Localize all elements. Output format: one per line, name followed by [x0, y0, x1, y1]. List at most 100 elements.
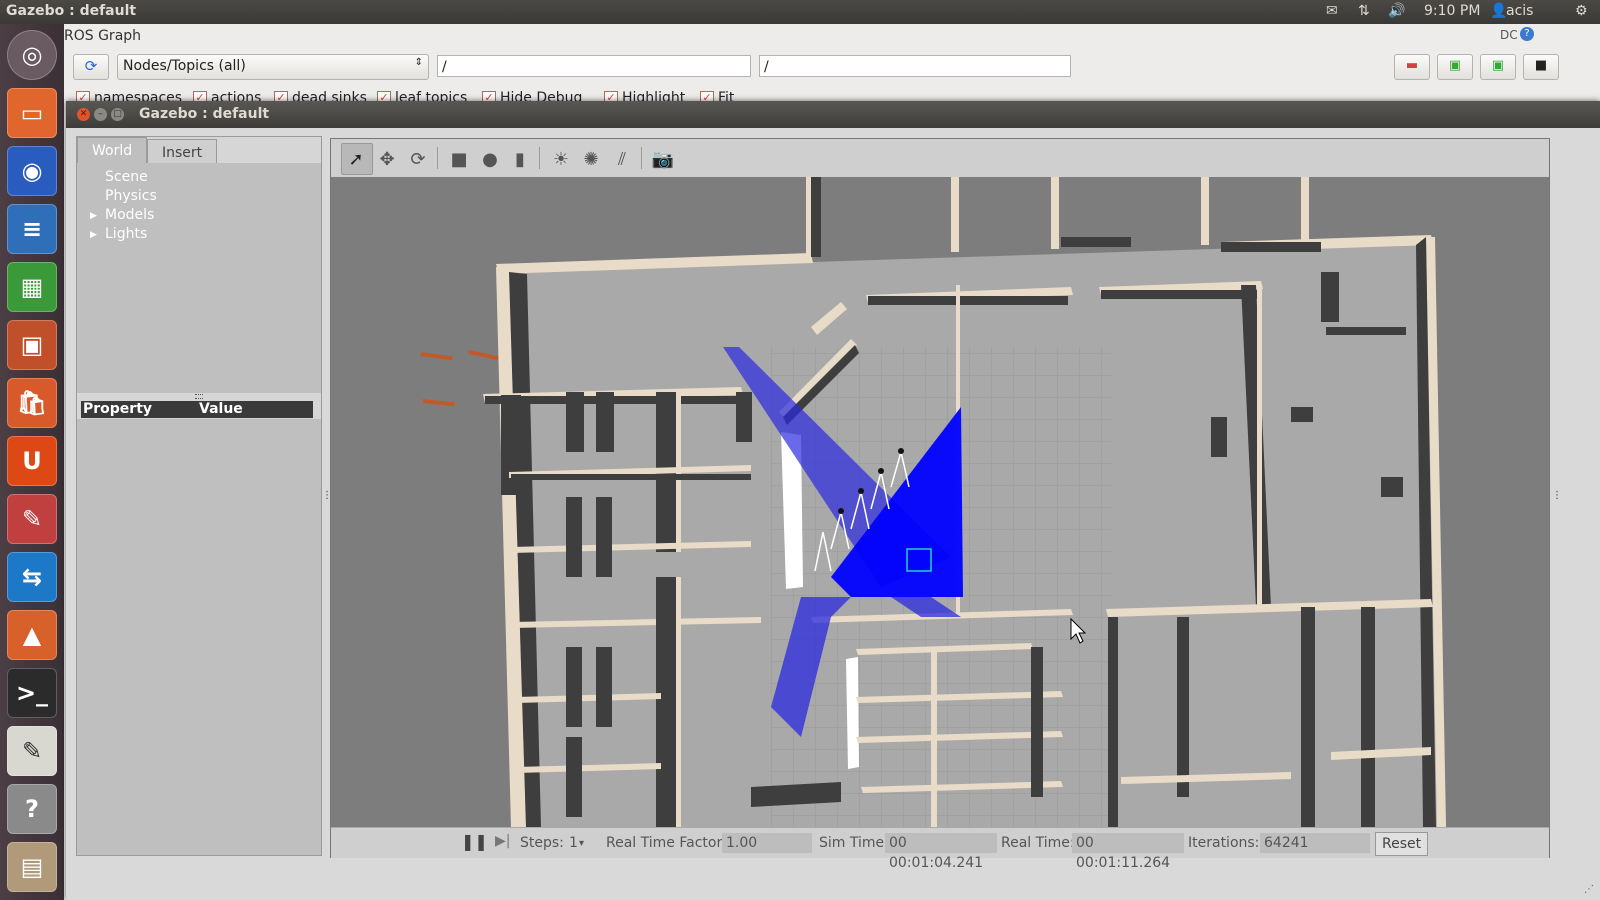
sphere-shape-icon[interactable]: ●	[479, 148, 501, 170]
network-icon[interactable]: ⇅	[1358, 3, 1370, 19]
clock[interactable]: 9:10 PM	[1424, 3, 1480, 19]
rtf-label: Real Time Factor:	[606, 835, 727, 851]
text-editor-icon[interactable]: ✎	[7, 726, 57, 776]
minimize-icon[interactable]: –	[94, 108, 107, 121]
property-table	[77, 419, 321, 855]
maximize-icon[interactable]: □	[111, 108, 124, 121]
real-time-value: 00 00:01:11.264	[1072, 833, 1184, 871]
writer-icon[interactable]: ≡	[7, 204, 57, 254]
world-tree: Scene Physics ▶ Models ▶ Lights	[77, 163, 321, 393]
impress-icon[interactable]: ▣	[7, 320, 57, 370]
folder-icon: ▬	[1405, 58, 1419, 73]
select-arrow-icon[interactable]: ➚	[345, 148, 367, 170]
toolbar-separator	[539, 147, 540, 169]
topic-filter-input[interactable]: /	[759, 55, 1071, 77]
matlab-icon[interactable]: ▲	[7, 610, 57, 660]
gazebo-body: World Insert Scene Physics ▶ Models ▶ Li…	[66, 128, 1600, 900]
gear-icon[interactable]: ⚙	[1575, 3, 1588, 19]
user-name[interactable]: acis	[1506, 3, 1533, 19]
graph-mode-select[interactable]: Nodes/Topics (all) ⇕	[117, 54, 429, 80]
property-column-header: Property	[83, 401, 153, 417]
refresh-icon: ⟳	[84, 57, 98, 75]
screen-icon: ■	[1534, 58, 1548, 73]
save-svg-button[interactable]: ▣	[1480, 54, 1516, 80]
box-shape-icon[interactable]: ■	[448, 148, 470, 170]
help-icon[interactable]: ?	[7, 784, 57, 834]
expand-arrow-icon[interactable]: ▶	[90, 230, 97, 240]
steps-label: Steps:	[520, 835, 564, 851]
teamviewer-icon[interactable]: ⇆	[7, 552, 57, 602]
gazebo-window: ✕ – □ Gazebo : default World Insert Scen…	[66, 101, 1600, 900]
gazebo-window-title: Gazebo : default	[139, 106, 270, 122]
save-icon: ▣	[1448, 58, 1462, 73]
files-icon[interactable]: ▭	[7, 88, 57, 138]
tab-world[interactable]: World	[77, 137, 148, 164]
software-center-icon[interactable]: 🛍	[7, 378, 57, 428]
top-panel: Gazebo : default ✉ ⇅ 🔊 9:10 PM 👤 acis ⚙	[0, 0, 1600, 24]
sim-time-label: Sim Time:	[819, 835, 889, 851]
sim-time-value: 00 00:01:04.241	[885, 833, 997, 871]
real-time-label: Real Time:	[1001, 835, 1075, 851]
cylinder-shape-icon[interactable]: ▮	[509, 148, 531, 170]
calc-icon[interactable]: ▦	[7, 262, 57, 312]
iterations-value: 64241	[1260, 833, 1370, 853]
tree-item-lights[interactable]: Lights	[105, 226, 147, 242]
save-dot-button[interactable]: ▣	[1437, 54, 1473, 80]
tab-insert[interactable]: Insert	[147, 139, 218, 166]
reset-button[interactable]: Reset	[1375, 832, 1429, 856]
chevron-updown-icon: ⇕	[414, 57, 423, 68]
active-window-title: Gazebo : default	[6, 3, 137, 19]
volume-icon[interactable]: 🔊	[1388, 3, 1405, 19]
step-icon[interactable]: ▶|	[495, 833, 510, 849]
pause-icon[interactable]: ❚❚	[461, 832, 488, 851]
spot-light-icon[interactable]: ✺	[580, 148, 602, 170]
3d-scene-view[interactable]	[331, 177, 1549, 827]
mail-icon[interactable]: ✉	[1326, 3, 1338, 19]
camera-icon[interactable]: 📷	[652, 148, 674, 170]
chevron-down-icon[interactable]: ▾	[579, 838, 584, 849]
translate-icon[interactable]: ✥	[376, 148, 398, 170]
tree-item-models[interactable]: Models	[105, 207, 154, 223]
rtf-value: 1.00	[722, 833, 812, 853]
resize-grip-icon[interactable]: ⋰	[1584, 884, 1594, 895]
splitter-handle[interactable]	[195, 394, 203, 399]
tree-item-physics[interactable]: Physics	[105, 188, 157, 204]
user-icon[interactable]: 👤	[1490, 3, 1507, 19]
ros-graph-title: ROS Graph	[64, 28, 142, 44]
rotate-icon[interactable]: ⟳	[407, 148, 429, 170]
node-filter-input[interactable]: /	[437, 55, 751, 77]
tree-item-scene[interactable]: Scene	[105, 169, 148, 185]
close-icon[interactable]: ✕	[77, 108, 90, 121]
system-settings-icon[interactable]: ✎	[7, 494, 57, 544]
steps-value[interactable]: 1	[569, 835, 578, 851]
terminal-icon[interactable]: >_	[7, 668, 57, 718]
left-panel: World Insert Scene Physics ▶ Models ▶ Li…	[76, 136, 322, 856]
sim-status-bar: ❚❚ ▶| Steps: 1 ▾ Real Time Factor: 1.00 …	[331, 827, 1549, 871]
load-button[interactable]: ▬	[1394, 54, 1430, 80]
help-icon[interactable]: ?	[1520, 27, 1534, 41]
dash-icon[interactable]: ◎	[7, 30, 57, 80]
toolbar-separator	[641, 147, 642, 169]
iterations-label: Iterations:	[1188, 835, 1260, 851]
graph-mode-value: Nodes/Topics (all)	[123, 58, 246, 74]
firefox-icon[interactable]: ◉	[7, 146, 57, 196]
ubuntu-one-icon[interactable]: U	[7, 436, 57, 486]
refresh-button[interactable]: ⟳	[73, 54, 109, 80]
expand-arrow-icon[interactable]: ▶	[90, 211, 97, 221]
render-toolbar: ➚ ✥ ⟳ ■ ● ▮ ☀ ✺ ⫽ 📷	[331, 139, 1549, 178]
directional-light-icon[interactable]: ⫽	[611, 148, 633, 170]
toolbar-separator	[437, 147, 438, 169]
save-image-icon: ▣	[1491, 58, 1505, 73]
point-light-icon[interactable]: ☀	[550, 148, 572, 170]
value-column-header: Value	[199, 401, 243, 417]
save-image-button[interactable]: ■	[1523, 54, 1559, 80]
launcher: ◎ ▭ ◉ ≡ ▦ ▣ 🛍 U ✎ ⇆ ▲ >_ ✎ ? ▤	[0, 24, 65, 900]
right-splitter-handle[interactable]: ⋮	[1552, 490, 1562, 501]
world-render	[331, 177, 1549, 827]
left-splitter-handle[interactable]: ⋮	[322, 490, 332, 501]
plugin-icons[interactable]: DC	[1500, 28, 1518, 42]
workspaces-icon[interactable]: ▤	[7, 842, 57, 892]
render-panel: ➚ ✥ ⟳ ■ ● ▮ ☀ ✺ ⫽ 📷 ❚❚ ▶| Steps: 1 ▾ Rea…	[330, 138, 1550, 871]
gazebo-titlebar[interactable]: ✕ – □ Gazebo : default	[66, 101, 1600, 128]
property-header: Property Value	[81, 401, 313, 418]
